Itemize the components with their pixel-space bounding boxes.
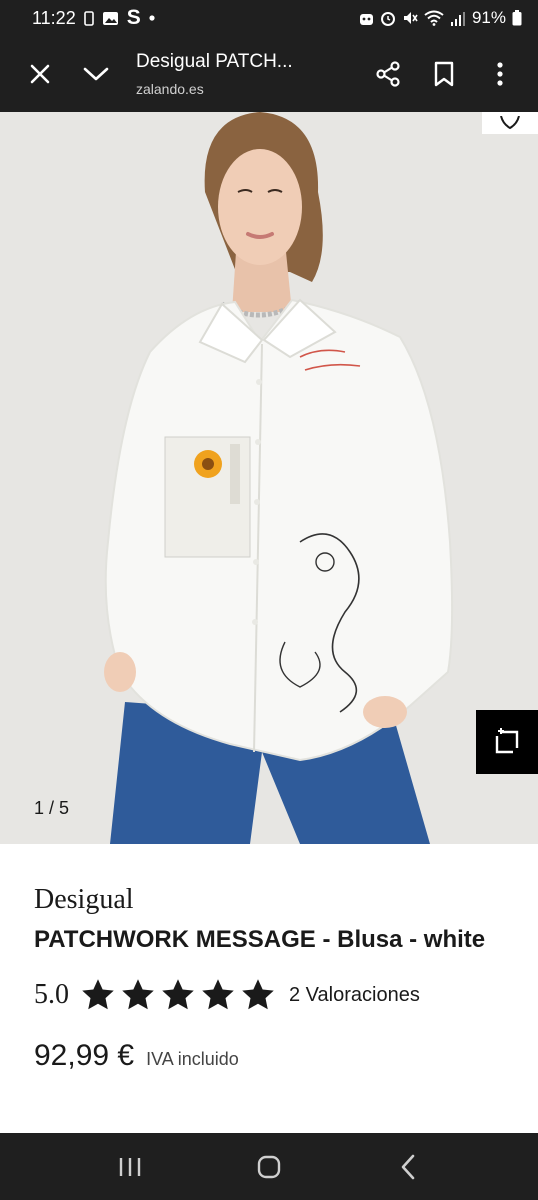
- wifi-icon: [424, 10, 444, 26]
- star-icon: [202, 979, 234, 1010]
- home-button[interactable]: [229, 1137, 309, 1197]
- tax-note: IVA incluido: [146, 1049, 239, 1069]
- status-bar: 11:22 S 91%: [0, 0, 538, 36]
- more-vert-icon: [497, 62, 503, 86]
- alarm-icon: [380, 10, 396, 26]
- back-icon: [402, 1154, 415, 1179]
- rating-value: 5.0: [34, 979, 69, 1010]
- page-domain: zalando.es: [136, 81, 204, 97]
- star-icon: [122, 979, 154, 1010]
- price-row: 92,99 € IVA incluido: [34, 1039, 504, 1073]
- price: 92,99 €: [34, 1039, 135, 1072]
- recent-apps-button[interactable]: [90, 1137, 170, 1197]
- review-count-link[interactable]: 2 Valoraciones: [289, 984, 420, 1007]
- star-icon: [242, 979, 274, 1010]
- browser-toolbar: Desigual PATCH... zalando.es: [0, 36, 538, 112]
- status-time: 11:22: [32, 7, 76, 28]
- share-icon: [376, 61, 400, 87]
- star-icon: [162, 979, 194, 1010]
- notification-dot-icon: [149, 15, 155, 21]
- product-name: PATCHWORK MESSAGE - Blusa - white: [34, 926, 486, 953]
- product-photo: [104, 112, 454, 844]
- battery-icon: [512, 10, 522, 26]
- rating-stars: [79, 977, 277, 1013]
- system-nav-bar: [0, 1133, 538, 1200]
- more-options-button[interactable]: [472, 46, 528, 102]
- brand-name[interactable]: Desigual: [34, 884, 504, 916]
- bookmark-icon: [434, 61, 454, 87]
- wishlist-button[interactable]: [482, 112, 538, 134]
- phone-icon: [83, 10, 94, 26]
- status-right: 91%: [359, 8, 522, 28]
- image-counter: 1 / 5: [34, 798, 70, 818]
- bookmark-button[interactable]: [416, 46, 472, 102]
- close-icon: [30, 64, 50, 84]
- home-icon: [257, 1155, 281, 1178]
- product-image-gallery[interactable]: 1 / 5: [0, 112, 538, 844]
- product-info: Desigual PATCHWORK MESSAGE - Blusa - whi…: [0, 844, 538, 1132]
- chevron-down-icon: [83, 67, 109, 81]
- battery-percent: 91%: [471, 8, 506, 27]
- signal-icon: [450, 11, 466, 26]
- compare-button[interactable]: [476, 710, 538, 774]
- robot-icon: [359, 11, 374, 26]
- heart-icon: [500, 116, 520, 130]
- page-title: Desigual PATCH...: [136, 51, 293, 72]
- page-title-block[interactable]: Desigual PATCH... zalando.es: [124, 51, 360, 97]
- crop-add-icon: [495, 728, 519, 754]
- mute-icon: [402, 10, 418, 26]
- s-app-icon: S: [126, 6, 141, 29]
- status-left: 11:22 S: [32, 6, 155, 30]
- back-button[interactable]: [368, 1137, 448, 1197]
- share-button[interactable]: [360, 46, 416, 102]
- close-button[interactable]: [12, 46, 68, 102]
- gallery-icon: [102, 11, 119, 26]
- recent-apps-icon: [119, 1157, 140, 1176]
- rating-row[interactable]: 5.0 2 Valoraciones: [34, 977, 504, 1013]
- minimize-button[interactable]: [68, 46, 124, 102]
- star-icon: [82, 979, 114, 1010]
